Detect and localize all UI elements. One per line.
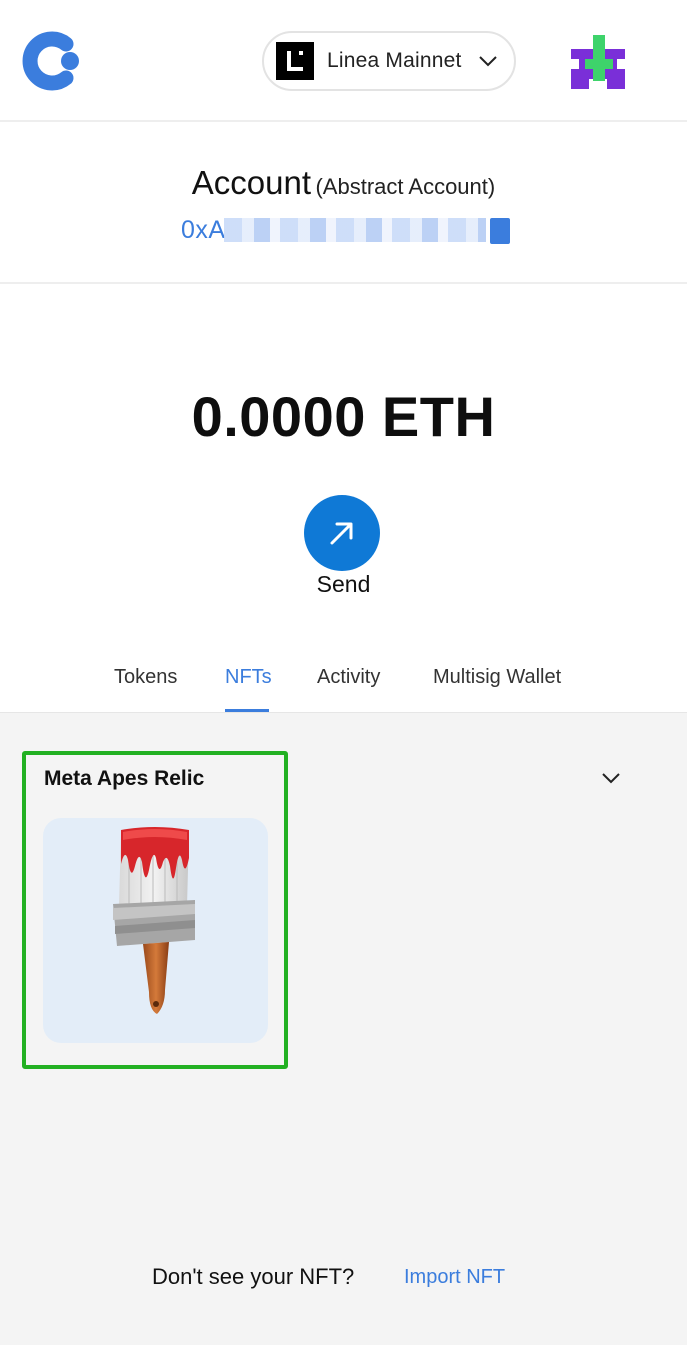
network-selector[interactable]: Linea Mainnet: [262, 31, 516, 91]
copy-icon[interactable]: [486, 218, 510, 244]
paintbrush-nft-image[interactable]: [43, 818, 268, 1043]
paintbrush-icon: [113, 827, 195, 1014]
account-panel: Account (Abstract Account) 0xA: [0, 124, 687, 284]
send-button[interactable]: [304, 495, 380, 571]
balance-amount: 0.0000 ETH: [191, 385, 496, 448]
tab-nfts[interactable]: NFTs: [225, 666, 272, 689]
nft-list: Meta Apes Relic Don't see your NFT? Impo…: [0, 712, 687, 1345]
import-nft-link[interactable]: Import NFT: [404, 1266, 505, 1289]
app-logo-icon[interactable]: [22, 30, 82, 92]
send-label: Send: [316, 571, 371, 597]
tab-activity[interactable]: Activity: [317, 666, 380, 689]
arrow-up-right-icon: [330, 522, 353, 545]
chevron-down-icon[interactable]: [600, 767, 622, 789]
address-redacted: [223, 218, 486, 242]
tab-multisig-wallet[interactable]: Multisig Wallet: [433, 666, 561, 689]
tab-tokens[interactable]: Tokens: [114, 666, 177, 689]
network-name: Linea Mainnet: [327, 49, 462, 72]
nft-collection-card[interactable]: Meta Apes Relic: [22, 751, 288, 1069]
import-nft-footer: Don't see your NFT? Import NFT: [0, 1251, 687, 1291]
nft-collection-name: Meta Apes Relic: [44, 767, 205, 790]
account-avatar-icon[interactable]: [571, 35, 625, 89]
linea-logo-icon: [276, 42, 314, 80]
tab-bar: Tokens NFTs Activity Multisig Wallet: [0, 660, 687, 712]
address-row[interactable]: 0xA: [181, 214, 510, 246]
account-type: (Abstract Account): [315, 174, 496, 199]
missing-nft-prompt: Don't see your NFT?: [152, 1264, 355, 1289]
top-bar: Linea Mainnet: [0, 0, 687, 122]
account-heading: Account (Abstract Account): [0, 164, 687, 202]
account-address: 0xA: [181, 215, 226, 244]
account-title: Account: [191, 164, 312, 201]
chevron-down-icon: [479, 56, 497, 67]
